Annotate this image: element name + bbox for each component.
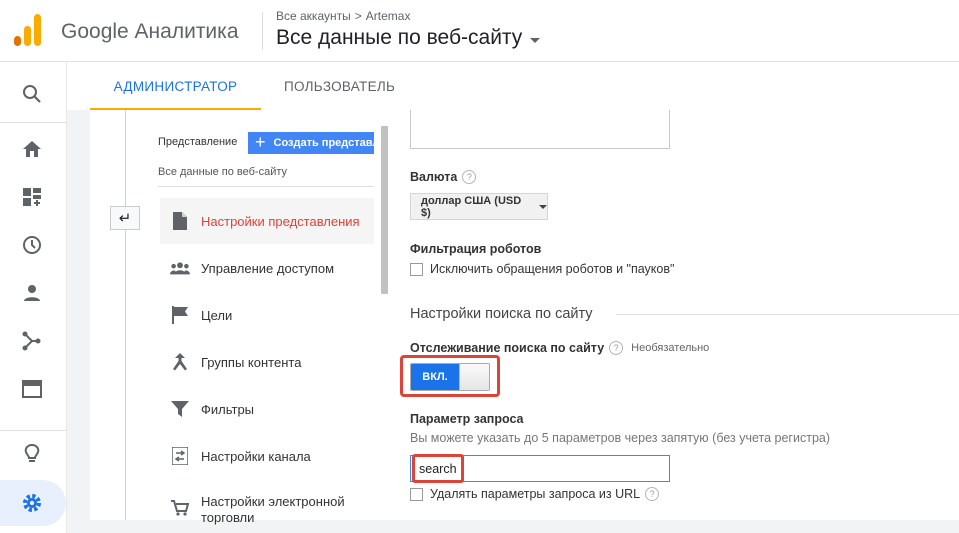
customization-icon[interactable] bbox=[18, 183, 46, 211]
create-view-button[interactable]: + Создать представл bbox=[248, 132, 374, 154]
help-icon[interactable]: ? bbox=[645, 487, 660, 501]
channel-icon bbox=[170, 446, 190, 466]
menu-item-view-settings[interactable]: Настройки представления bbox=[160, 198, 374, 244]
currency-value: доллар США (USD $) bbox=[421, 194, 522, 219]
admin-tabs: АДМИНИСТРАТОР ПОЛЬЗОВАТЕЛЬ bbox=[67, 62, 959, 110]
back-button[interactable]: ↵ bbox=[110, 206, 140, 230]
menu-item-filters[interactable]: Фильтры bbox=[160, 386, 374, 432]
people-icon bbox=[170, 258, 190, 278]
header-divider bbox=[262, 12, 263, 50]
help-icon[interactable]: ? bbox=[609, 341, 624, 355]
menu-item-label: Настройки канала bbox=[201, 448, 311, 464]
menu-item-label: Группы контента bbox=[201, 354, 302, 370]
breadcrumb-separator: > bbox=[354, 9, 362, 23]
view-column-label: Представление bbox=[158, 136, 238, 148]
view-selector[interactable]: Все данные по веб-сайту bbox=[276, 26, 541, 50]
current-view-selector[interactable]: Все данные по веб-сайту bbox=[158, 166, 287, 178]
rail-divider bbox=[0, 430, 67, 431]
bot-filtering-checkbox-row[interactable]: Исключить обращения роботов и "пауков" bbox=[410, 262, 674, 276]
filter-icon bbox=[170, 399, 190, 419]
cart-icon bbox=[170, 498, 190, 518]
document-icon bbox=[170, 211, 190, 231]
optional-note: Необязательно bbox=[631, 342, 710, 354]
strip-params-label: Удалять параметры запроса из URL bbox=[430, 487, 641, 501]
site-search-tracking-label-text: Отслеживание поиска по сайту bbox=[410, 341, 605, 355]
menu-item-label: Настройки представления bbox=[201, 213, 360, 229]
menu-item-ecommerce-settings[interactable]: Настройки электронной торговли bbox=[160, 484, 374, 525]
view-selector-label: Все данные по веб-сайту bbox=[276, 26, 523, 49]
query-parameter-description: Вы можете указать до 5 параметров через … bbox=[410, 431, 831, 445]
tab-administrator[interactable]: АДМИНИСТРАТОР bbox=[90, 62, 261, 110]
menu-item-access-management[interactable]: Управление доступом bbox=[160, 245, 374, 291]
breadcrumb-root[interactable]: Все аккаунты bbox=[276, 9, 351, 23]
breadcrumb[interactable]: Все аккаунты > Artemax bbox=[276, 9, 410, 23]
behavior-icon[interactable] bbox=[18, 375, 46, 403]
query-parameter-input[interactable] bbox=[410, 455, 670, 482]
view-column-divider bbox=[158, 186, 374, 187]
rail-divider bbox=[0, 122, 67, 123]
bot-filtering-checkbox-label: Исключить обращения роботов и "пауков" bbox=[430, 262, 675, 276]
currency-select[interactable]: доллар США (USD $) bbox=[410, 193, 548, 220]
site-search-section-title: Настройки поиска по сайту bbox=[410, 306, 593, 322]
toggle-knob bbox=[459, 364, 489, 390]
site-search-toggle[interactable]: ВКЛ. bbox=[410, 363, 490, 391]
flag-icon bbox=[170, 305, 190, 325]
app-title: Google Аналитика bbox=[61, 20, 239, 43]
menu-item-content-grouping[interactable]: Группы контента bbox=[160, 339, 374, 385]
analytics-logo-icon[interactable] bbox=[14, 14, 42, 46]
plus-icon: + bbox=[255, 132, 266, 152]
menu-item-label: Настройки электронной торговли bbox=[201, 494, 345, 525]
view-notes-textarea[interactable] bbox=[410, 110, 670, 149]
discover-lightbulb-icon[interactable] bbox=[18, 440, 46, 468]
column-guide-line bbox=[125, 110, 126, 520]
acquisition-icon[interactable] bbox=[18, 327, 46, 355]
currency-label: Валюта ? bbox=[410, 170, 477, 184]
left-nav-rail bbox=[0, 62, 67, 533]
back-arrow-icon: ↵ bbox=[118, 210, 132, 227]
menu-item-channel-settings[interactable]: Настройки канала bbox=[160, 433, 374, 479]
app-header: Google Аналитика Все аккаунты > Artemax Вс… bbox=[0, 0, 959, 62]
tab-user[interactable]: ПОЛЬЗОВАТЕЛЬ bbox=[284, 62, 395, 110]
menu-item-label: Цели bbox=[201, 307, 233, 323]
dropdown-caret-icon bbox=[530, 37, 541, 43]
bot-filtering-label: Фильтрация роботов bbox=[410, 242, 542, 256]
strip-params-checkbox[interactable] bbox=[410, 487, 423, 501]
help-icon[interactable]: ? bbox=[462, 170, 477, 184]
admin-gear-icon[interactable] bbox=[18, 489, 46, 517]
query-parameter-label: Параметр запроса bbox=[410, 412, 524, 426]
strip-params-checkbox-row[interactable]: Удалять параметры запроса из URL ? bbox=[410, 487, 660, 501]
view-column-scrollbar[interactable] bbox=[381, 126, 388, 294]
home-icon[interactable] bbox=[18, 135, 46, 163]
menu-item-label: Управление доступом bbox=[201, 260, 335, 276]
realtime-clock-icon[interactable] bbox=[18, 231, 46, 259]
audience-person-icon[interactable] bbox=[18, 279, 46, 307]
search-icon[interactable] bbox=[18, 80, 46, 108]
menu-item-goals[interactable]: Цели bbox=[160, 292, 374, 338]
chevron-down-icon bbox=[539, 204, 547, 209]
site-search-tracking-label: Отслеживание поиска по сайту ? Необязате… bbox=[410, 341, 709, 355]
toggle-on-label: ВКЛ. bbox=[411, 364, 459, 390]
create-view-label: Создать представл bbox=[273, 137, 374, 149]
currency-label-text: Валюта bbox=[410, 170, 458, 184]
section-divider bbox=[616, 314, 959, 315]
bot-filtering-checkbox[interactable] bbox=[410, 262, 423, 276]
menu-item-label: Фильтры bbox=[201, 401, 255, 417]
breadcrumb-account[interactable]: Artemax bbox=[366, 9, 411, 23]
merge-arrows-icon bbox=[170, 352, 190, 372]
